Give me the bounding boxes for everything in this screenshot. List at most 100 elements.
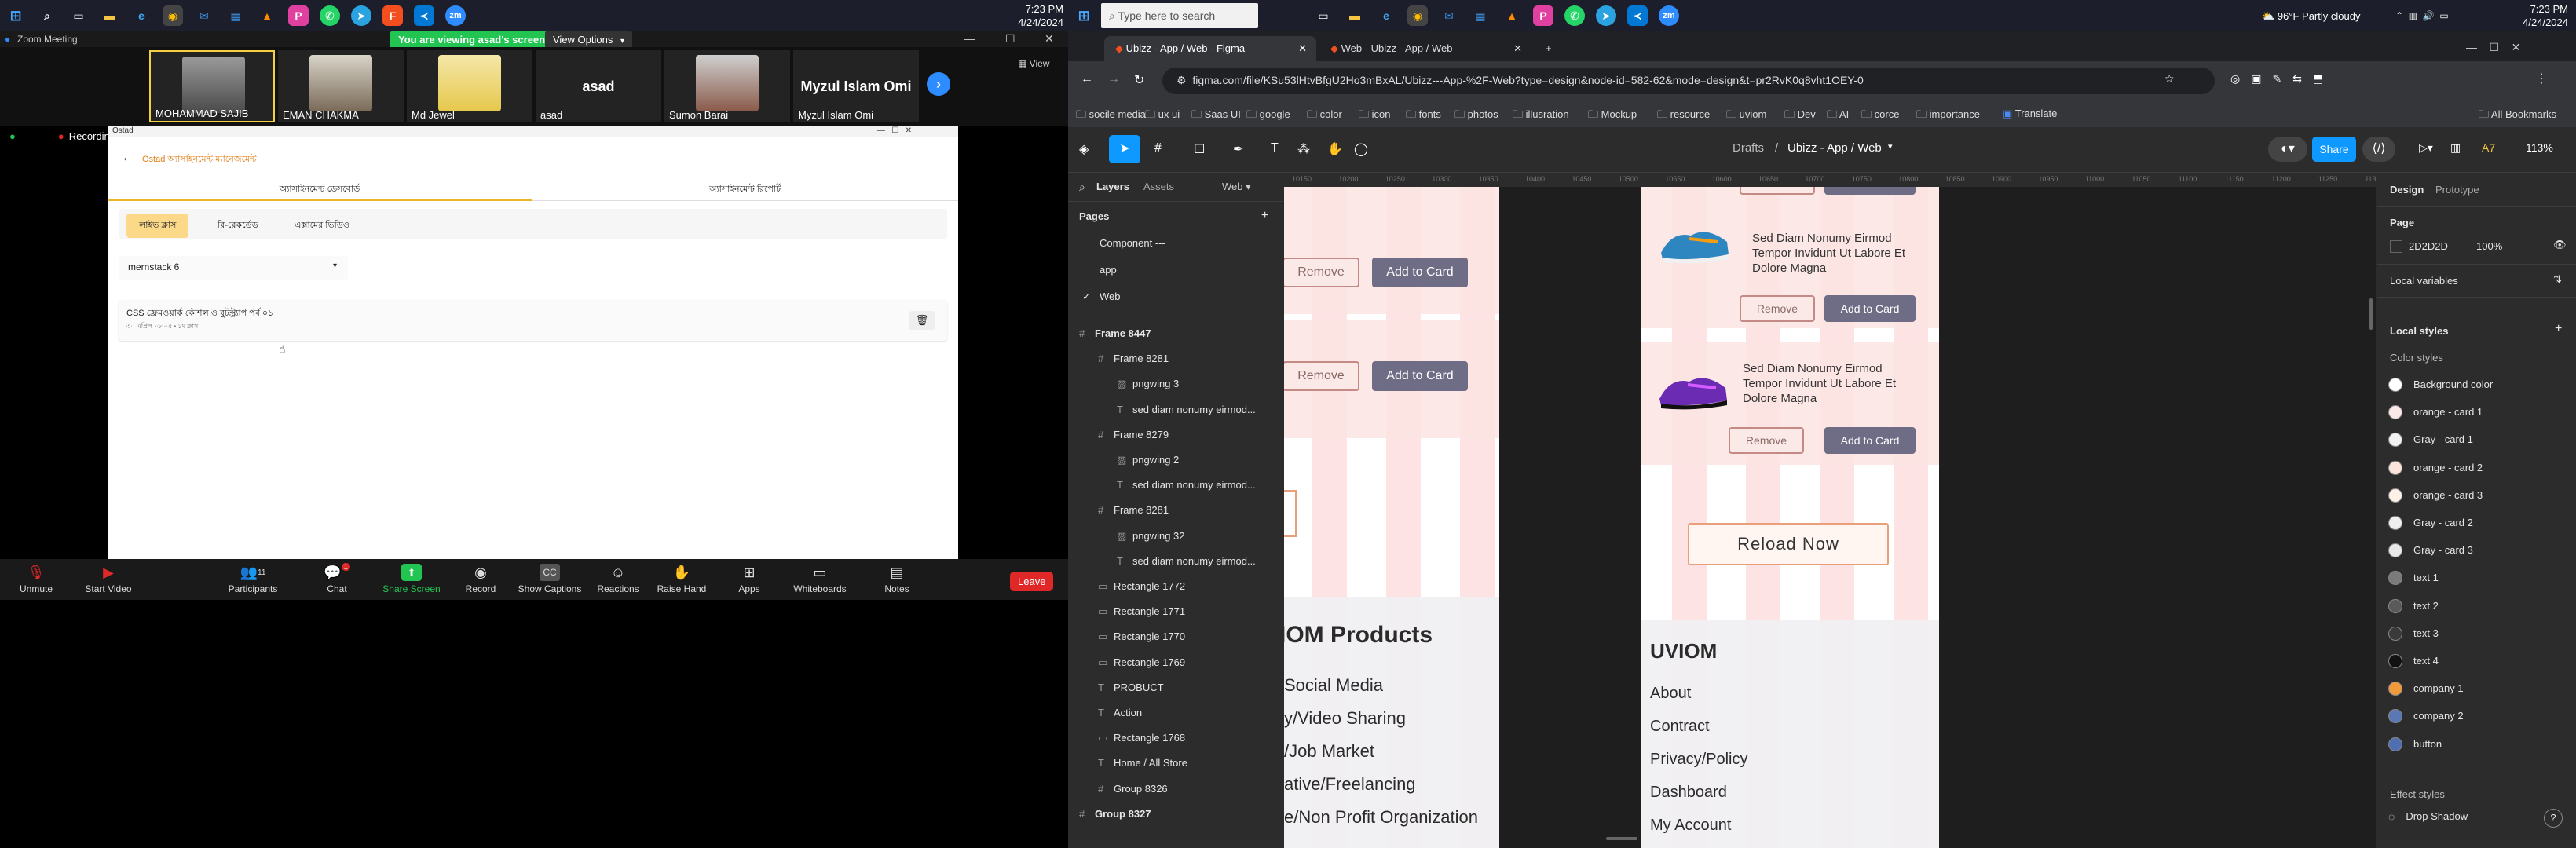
batch-dropdown[interactable]: mernstack 6 ▾: [119, 256, 348, 280]
vertical-scrollbar[interactable]: [2369, 298, 2373, 330]
participant-tile[interactable]: Md Jewel: [407, 50, 532, 122]
apps-button[interactable]: ⊞ Apps: [734, 564, 765, 595]
windows-start-icon[interactable]: ⊞: [1074, 5, 1094, 26]
chat-button[interactable]: 💬 1 Chat: [317, 563, 357, 594]
telegram-icon[interactable]: ➤: [1596, 5, 1616, 26]
battery-icon[interactable]: ▭: [2439, 10, 2448, 21]
color-style-item[interactable]: company 1: [2388, 678, 2464, 700]
back-icon[interactable]: ←: [1081, 72, 1093, 86]
tab-figma-file[interactable]: ◆ Ubizz - App / Web - Figma ✕: [1104, 36, 1316, 61]
bookmark-folder[interactable]: 🗀 icon: [1359, 108, 1391, 125]
file-explorer-icon[interactable]: ▬: [1345, 5, 1365, 26]
calendar-icon[interactable]: ▦: [1470, 5, 1491, 26]
tab-layers[interactable]: Layers: [1096, 181, 1129, 192]
add-to-card-button[interactable]: Add to Card: [1824, 427, 1916, 454]
remove-button[interactable]: Remove: [1740, 295, 1815, 322]
whatsapp-icon[interactable]: ✆: [320, 5, 340, 26]
rectangle-tool-icon[interactable]: ☐: [1194, 141, 1205, 157]
bookmark-folder[interactable]: 🗀 uviom: [1726, 108, 1766, 125]
layer-item[interactable]: # Frame 8281: [1068, 347, 1283, 371]
bookmark-folder[interactable]: 🗀 color: [1307, 108, 1342, 125]
color-style-item[interactable]: company 2: [2388, 705, 2464, 727]
help-button[interactable]: ?: [2544, 809, 2563, 828]
windows-start-icon[interactable]: ⊞: [5, 5, 26, 26]
comment-tool-icon[interactable]: ◯: [1354, 141, 1368, 157]
layer-item[interactable]: ▭ Rectangle 1769: [1068, 651, 1283, 674]
minimize-icon[interactable]: —: [964, 32, 975, 45]
layer-item[interactable]: # Frame 8279: [1068, 423, 1283, 447]
bookmark-folder[interactable]: 🗀 ux ui: [1145, 108, 1180, 125]
close-tab-icon[interactable]: ✕: [1513, 42, 1522, 55]
figma-menu-icon[interactable]: ◈: [1079, 141, 1089, 157]
file-explorer-icon[interactable]: ▬: [100, 5, 120, 26]
edge-icon[interactable]: e: [131, 5, 152, 26]
color-style-item[interactable]: Gray - card 3: [2388, 539, 2473, 561]
page-item[interactable]: Component ---: [1100, 237, 1165, 249]
trash-icon[interactable]: 🗑: [909, 311, 935, 330]
url-field[interactable]: ⚙ figma.com/file/KSu53lHtvBfgU2Ho3mBxAL/…: [1162, 68, 2215, 94]
remove-button-top[interactable]: [1740, 187, 1815, 195]
color-style-item[interactable]: Gray - card 2: [2388, 512, 2473, 534]
tab-report[interactable]: অ্যাসাইনমেন্ট রিপোর্ট: [532, 181, 958, 201]
participant-tile[interactable]: Sumon Barai: [664, 50, 790, 122]
tab-assets[interactable]: Assets: [1143, 181, 1174, 192]
color-style-item[interactable]: orange - card 3: [2388, 484, 2483, 506]
gallery-next-icon[interactable]: ›: [927, 72, 950, 96]
class-list-item[interactable]: CSS ফ্রেমওয়ার্ক কৌশল ও বুটস্ট্র্যাপ পর্…: [119, 300, 947, 341]
adjust-icon[interactable]: ⇅: [2553, 273, 2562, 286]
share-screen-button[interactable]: ⬆ Share Screen: [380, 564, 443, 594]
volume-icon[interactable]: 🔊: [2423, 10, 2435, 21]
participant-tile[interactable]: EMAN CHAKMA: [278, 50, 404, 122]
back-arrow-icon[interactable]: ←: [122, 151, 133, 163]
share-button[interactable]: Share: [2312, 137, 2356, 162]
pen-tool-icon[interactable]: ✒: [1233, 141, 1243, 157]
add-to-card-button[interactable]: Add to Card: [1824, 295, 1916, 322]
local-variables[interactable]: Local variables: [2390, 275, 2458, 287]
dev-mode-toggle-icon[interactable]: ⟨/⟩: [2362, 137, 2395, 162]
bookmark-star-icon[interactable]: ☆: [2164, 72, 2175, 86]
reload-icon[interactable]: ↻: [1134, 72, 1144, 88]
bookmark-folder[interactable]: 🗀 resource: [1657, 108, 1710, 125]
frame-left-partial[interactable]: Remove Add to Card Remove Add to Card IO…: [1284, 187, 1499, 848]
pill-exam-video[interactable]: এক্সামের ভিডিও: [282, 214, 362, 238]
pill-live-class[interactable]: লাইভ ক্লাস: [126, 214, 189, 238]
reactions-button[interactable]: ☺ Reactions: [594, 564, 642, 595]
bookmark-folder[interactable]: 🗀 google: [1246, 108, 1290, 125]
tab-design[interactable]: Design: [2390, 184, 2424, 196]
avatar[interactable]: ◐▾: [2268, 137, 2307, 162]
tab-prototype[interactable]: Prototype: [2435, 184, 2479, 196]
vscode-icon[interactable]: ≺: [1627, 5, 1648, 26]
all-bookmarks[interactable]: 🗀 All Bookmarks: [2479, 108, 2556, 125]
color-style-item[interactable]: text 3: [2388, 623, 2439, 645]
frame-mobile-web[interactable]: Sed Diam Nonumy Eirmod Tempor Invidunt U…: [1641, 187, 1939, 848]
color-style-item[interactable]: Gray - card 1: [2388, 429, 2473, 451]
present-icon[interactable]: ▷▾: [2419, 141, 2433, 155]
layer-item[interactable]: ▨ pngwing 2: [1068, 448, 1283, 472]
layer-item[interactable]: ▭ Rectangle 1772: [1068, 575, 1283, 598]
page-item[interactable]: Web: [1100, 291, 1121, 302]
page-color-value[interactable]: 2D2D2D: [2409, 240, 2448, 252]
participant-tile[interactable]: Myzul Islam Omi Myzul Islam Omi: [793, 50, 919, 122]
zoom-icon[interactable]: zm: [445, 5, 466, 26]
start-video-button[interactable]: ▶ Start Video: [79, 564, 138, 595]
color-style-item[interactable]: button: [2388, 733, 2442, 755]
bookmark-translate[interactable]: ▣ Translate: [2003, 108, 2057, 120]
bookmark-folder[interactable]: 🗀 illusration: [1513, 108, 1569, 125]
remove-button[interactable]: Remove: [1284, 258, 1359, 287]
horizontal-scrollbar[interactable]: [1606, 837, 1637, 840]
vlc-icon[interactable]: ▲: [1502, 5, 1522, 26]
add-to-card-button-top[interactable]: [1824, 187, 1916, 195]
raise-hand-button[interactable]: ✋ Raise Hand: [652, 564, 712, 595]
color-style-item[interactable]: orange - card 1: [2388, 401, 2483, 423]
bookmark-folder[interactable]: 🗀 photos: [1454, 108, 1498, 125]
zoom-icon[interactable]: zm: [1659, 5, 1679, 26]
unmute-button[interactable]: 🎙 Unmute: [13, 564, 60, 595]
close-tab-icon[interactable]: ✕: [1298, 42, 1307, 55]
layer-item[interactable]: # Frame 8281: [1068, 499, 1283, 522]
bookmark-folder[interactable]: 🗀 Saas UI: [1191, 108, 1241, 125]
paint-icon[interactable]: P: [1533, 5, 1553, 26]
color-style-item[interactable]: text 4: [2388, 650, 2439, 672]
color-style-item[interactable]: text 2: [2388, 595, 2439, 617]
pill-recorded[interactable]: রি-রেকর্ডেড: [205, 214, 271, 238]
search-icon[interactable]: ⌕: [37, 5, 57, 26]
